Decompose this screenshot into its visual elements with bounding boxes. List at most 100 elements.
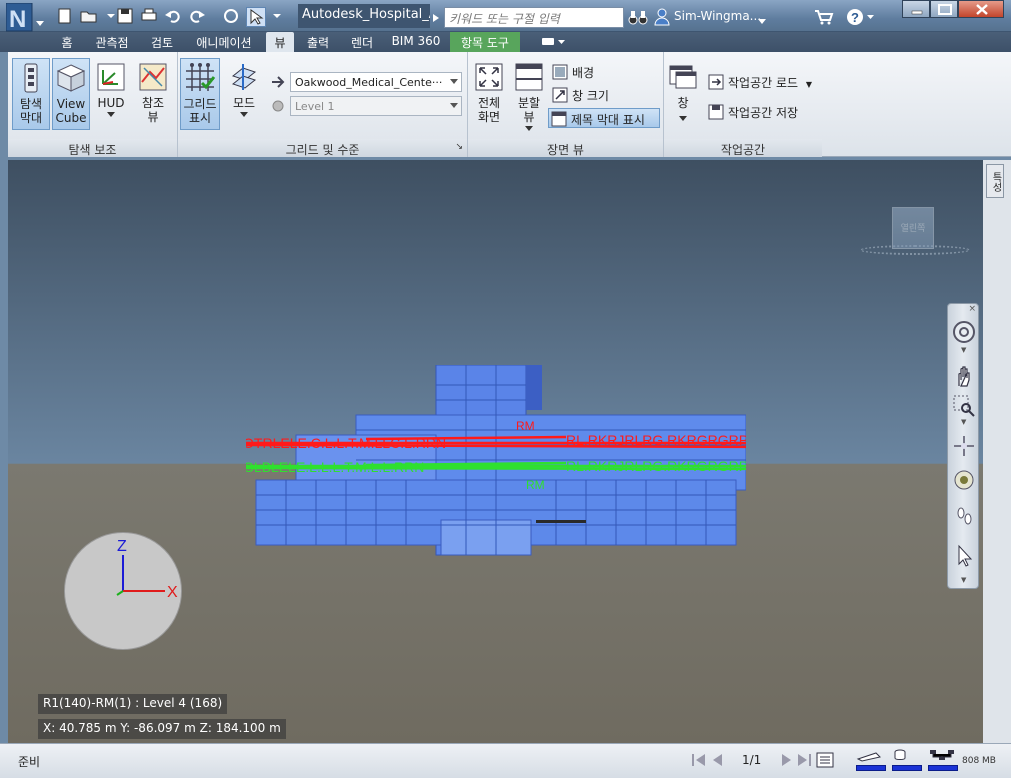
hud-dropdown-icon — [107, 112, 115, 117]
3d-viewport[interactable]: LALBLOTRLELE.C.L.L.T.M.LLC.L.RRN RL.RKRJ… — [8, 160, 983, 743]
model-combo[interactable]: Oakwood_Medical_Cente··· — [290, 72, 462, 92]
show-grid-button[interactable]: 그리드 표시 — [180, 58, 220, 130]
tab-home[interactable]: 홈 — [52, 32, 82, 52]
split-view-icon — [515, 63, 543, 91]
status-bar: 준비 1/1 808 MB — [0, 743, 1011, 778]
select-arrow-icon[interactable] — [952, 544, 976, 568]
full-screen-label: 전체 화면 — [477, 96, 501, 124]
viewcube-button[interactable]: View Cube — [52, 58, 90, 130]
minimize-button[interactable] — [902, 0, 930, 18]
windows-button[interactable]: 창 — [666, 58, 700, 130]
chevron-down-icon[interactable]: ▼ — [961, 346, 966, 354]
redo-icon[interactable] — [188, 7, 208, 27]
dialog-launcher-icon[interactable]: ↘ — [455, 142, 463, 152]
mode-button[interactable]: 모드 — [224, 58, 264, 130]
ribbon: 탐색 막대 View Cube HUD 참조 뷰 탐색 보조 그리드 표시 모드 — [8, 52, 1011, 157]
database-icon — [892, 748, 922, 765]
hud-label: HUD — [97, 96, 125, 110]
navigation-bar-button[interactable]: 탐색 막대 — [12, 58, 50, 130]
chevron-down-icon — [450, 79, 458, 84]
tab-review[interactable]: 검토 — [142, 32, 182, 52]
load-workspace-label: 작업공간 로드 — [728, 76, 799, 90]
sheet-browser-icon[interactable] — [816, 752, 834, 771]
full-screen-icon — [475, 63, 503, 91]
cart-icon[interactable] — [814, 8, 834, 29]
load-workspace-icon — [708, 74, 724, 90]
svg-text:RL.RKRJRLRG.RKRGRGRPRA1: RL.RKRJRLRG.RKRGRGRPRA1 — [566, 458, 746, 474]
tab-render[interactable]: 렌더 — [342, 32, 382, 52]
steeringwheel-icon[interactable] — [952, 320, 976, 344]
full-screen-button[interactable]: 전체 화면 — [470, 58, 508, 130]
viewcube-icon — [56, 64, 86, 92]
level-combo[interactable]: Level 1 — [290, 96, 462, 116]
tab-output[interactable]: 출력 — [298, 32, 338, 52]
save-workspace-button[interactable]: 작업공간 저장 — [706, 102, 798, 122]
render-progress-bar — [856, 765, 886, 771]
show-title-bar-button[interactable]: 제목 막대 표시 — [548, 108, 660, 128]
pan-icon[interactable] — [952, 364, 976, 388]
chevron-down-icon[interactable]: ▼ — [961, 418, 966, 426]
svg-text:RM: RM — [516, 419, 535, 433]
first-page-icon[interactable] — [690, 752, 708, 771]
panel-title-grids-levels: 그리드 및 수준 ↘ — [178, 139, 467, 157]
properties-tab[interactable]: 특성 — [986, 164, 1004, 198]
network-progress-bar — [928, 765, 958, 771]
app-logo-icon[interactable]: N — [5, 2, 46, 35]
show-title-bar-label: 제목 막대 표시 — [571, 113, 645, 127]
next-page-icon[interactable] — [780, 752, 794, 771]
binoculars-icon[interactable] — [628, 8, 648, 29]
pencil-progress-icon — [856, 750, 886, 765]
tab-bim360[interactable]: BIM 360 — [386, 32, 446, 52]
select-icon[interactable] — [246, 7, 266, 27]
chevron-down-icon[interactable] — [758, 14, 766, 28]
mode-dropdown-icon — [240, 112, 248, 117]
windows-label: 창 — [677, 96, 689, 110]
close-icon[interactable]: × — [968, 304, 976, 314]
level-combo-value: Level 1 — [295, 100, 335, 113]
refresh-icon[interactable] — [222, 7, 242, 27]
save-icon[interactable] — [116, 7, 136, 27]
document-title: Autodesk_Hospital_Ar... — [298, 4, 430, 28]
walk-icon[interactable] — [952, 504, 976, 528]
undo-icon[interactable] — [164, 7, 184, 27]
open-icon[interactable] — [80, 7, 100, 27]
close-button[interactable] — [958, 0, 1004, 18]
dropdown-icon[interactable] — [268, 7, 288, 27]
previous-page-icon[interactable] — [710, 752, 724, 771]
load-workspace-button[interactable]: 작업공간 로드 ▼ — [706, 72, 812, 92]
maximize-button[interactable] — [930, 0, 958, 18]
window-size-button[interactable]: 창 크기 — [550, 85, 609, 105]
new-icon[interactable] — [56, 7, 76, 27]
user-icon[interactable] — [654, 8, 670, 29]
background-icon — [552, 64, 568, 80]
help-icon[interactable]: ? — [846, 8, 876, 29]
navigation-bar-icon — [24, 63, 38, 93]
tab-view[interactable]: 뷰 — [266, 32, 294, 52]
hud-button[interactable]: HUD — [92, 58, 130, 130]
search-input[interactable]: 키워드 또는 구절 입력 — [444, 7, 624, 28]
tab-viewpoint[interactable]: 관측점 — [86, 32, 138, 52]
orbit-icon[interactable] — [952, 434, 976, 458]
split-view-dropdown-icon — [525, 126, 533, 131]
mode-label: 모드 — [232, 96, 256, 110]
last-page-icon[interactable] — [796, 752, 814, 771]
background-button[interactable]: 배경 — [550, 62, 594, 82]
split-view-button[interactable]: 분할 뷰 — [510, 58, 548, 131]
status-text: 준비 — [18, 755, 41, 769]
zoom-window-icon[interactable] — [952, 394, 976, 418]
tab-animation[interactable]: 애니메이션 — [186, 32, 262, 52]
memory-usage: 808 MB — [962, 756, 996, 766]
user-name[interactable]: Sim-Wingma... — [674, 9, 761, 23]
svg-text:LALBLGLBLELE.L.L.L.T.M.L.L.RRN: LALBLGLBLELE.L.L.L.T.M.L.L.RRN — [246, 459, 424, 475]
print-icon[interactable] — [140, 7, 160, 27]
chevron-right-icon[interactable] — [432, 12, 440, 26]
title-bar-icon — [551, 111, 567, 127]
split-view-label: 분할 뷰 — [517, 96, 541, 124]
ribbon-toggle-icon[interactable] — [540, 36, 568, 51]
viewcube[interactable]: 열린쪽 — [892, 207, 934, 249]
hospital-model[interactable]: LALBLOTRLELE.C.L.L.T.M.LLC.L.RRN RL.RKRJ… — [246, 365, 746, 565]
chevron-down-icon[interactable]: ▼ — [961, 576, 966, 584]
reference-views-button[interactable]: 참조 뷰 — [134, 58, 172, 130]
tab-item-tools[interactable]: 항목 도구 — [450, 32, 520, 52]
look-icon[interactable] — [952, 468, 976, 492]
